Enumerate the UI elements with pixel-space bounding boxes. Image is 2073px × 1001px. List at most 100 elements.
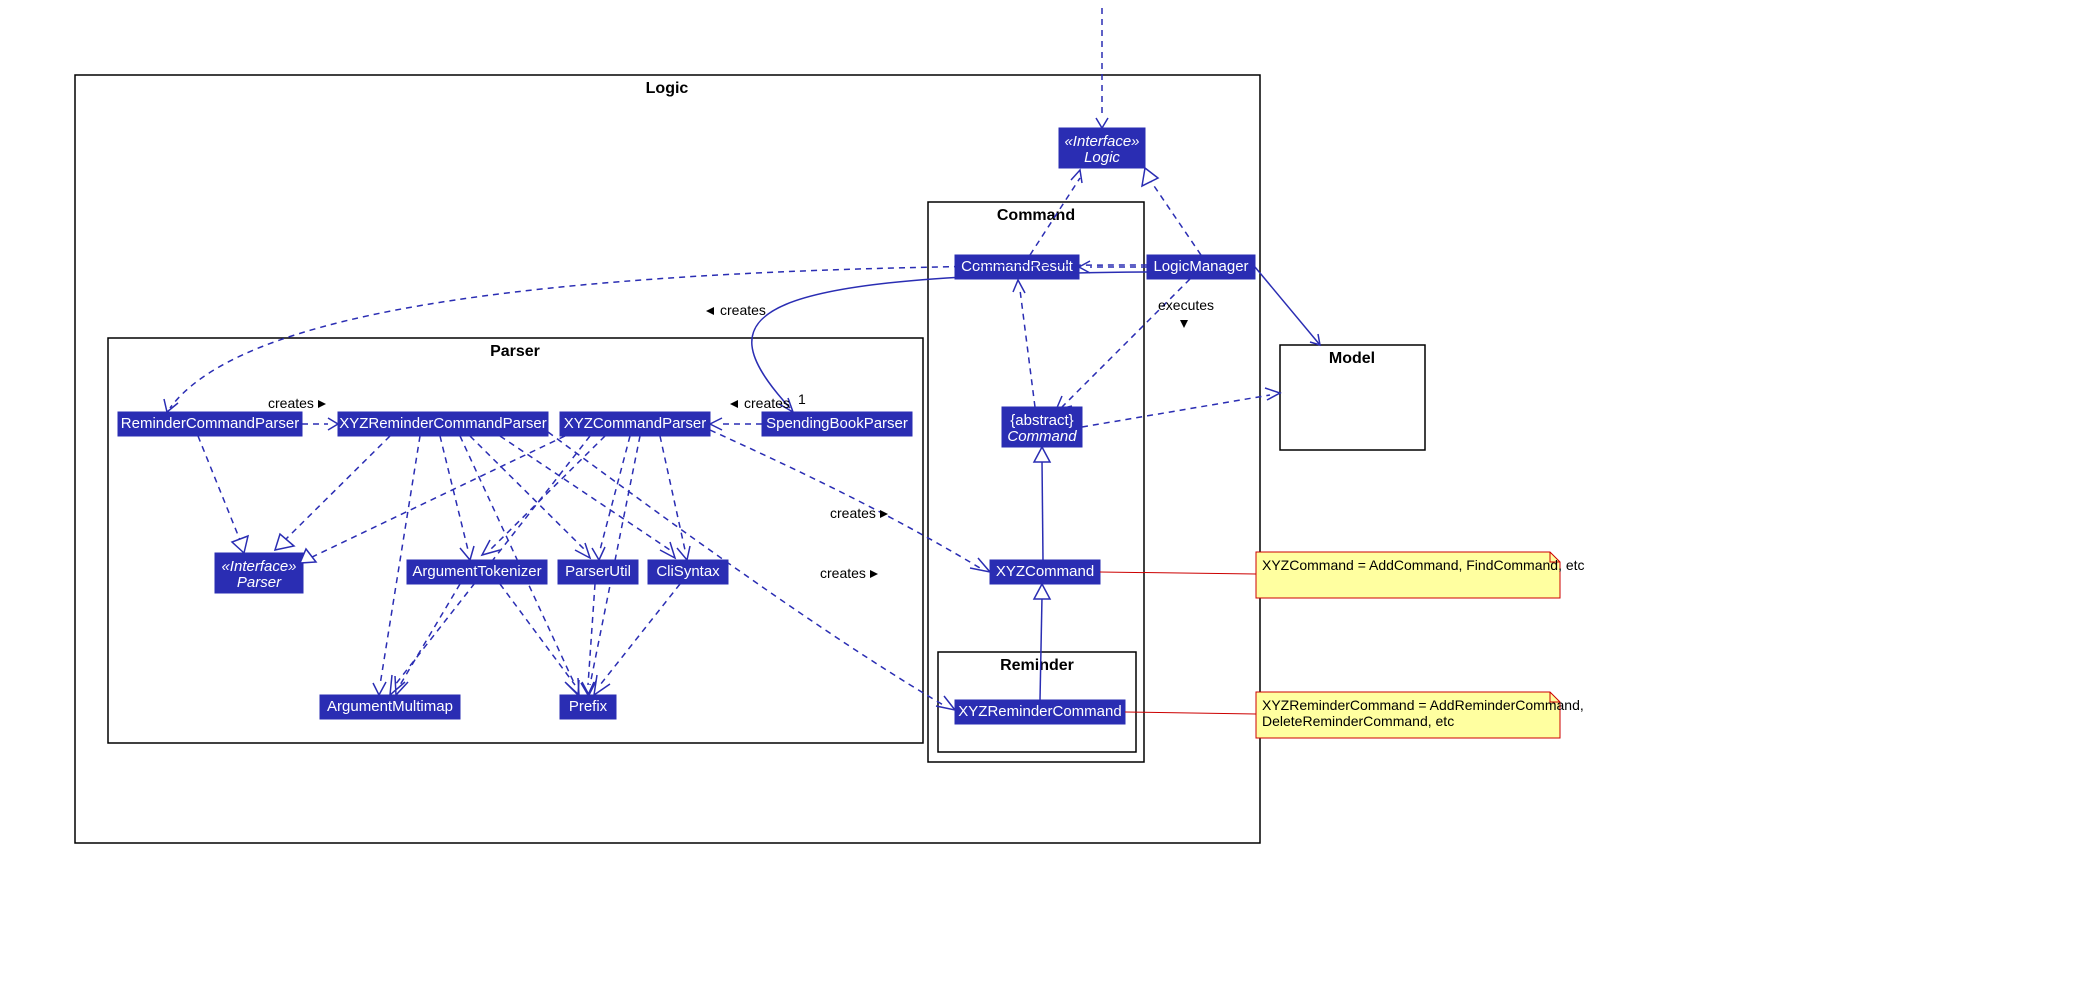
note-xyz-command: XYZCommand = AddCommand, FindCommand, et… [1256,552,1585,598]
rel-lm-to-model-solid [1255,267,1320,345]
class-logic-manager: LogicManager [1147,255,1255,279]
dir-lm-creates [706,307,714,315]
cli-syntax-text: CliSyntax [656,563,720,580]
rel-xcp-cli [660,436,685,550]
label-one-sbp: 1 [798,391,806,407]
rel-xrcp-pu [470,436,585,550]
rel-xcp-realize-iparser [310,436,565,558]
arrow-xrcp-cli [660,542,675,558]
tri-lm-ilogic [1142,168,1158,186]
note-link-xyzcmd [1100,572,1256,574]
prefix-text: Prefix [569,698,608,715]
tri-xrcp-iparser [275,534,294,550]
xyz-command-text: XYZCommand [996,563,1094,580]
rel-lm-creates-rcp [170,265,1147,408]
package-logic [75,75,1260,843]
package-parser-label: Parser [490,343,540,360]
abstract-command-name: Command [1007,428,1077,445]
label-sbp-creates: creates [744,395,790,411]
rel-xrcp-cli [500,436,670,550]
tri-rcp-iparser [232,536,248,553]
dir-xcp-creates [880,510,888,518]
label-rcp-creates: creates [268,395,314,411]
interface-parser-name: Parser [237,574,282,591]
arrow-xcp-cli [677,546,690,560]
arrow-argtok-prefix [565,678,579,695]
rel-xcp-creates-xyzcmd [710,430,980,568]
argument-tokenizer-text: ArgumentTokenizer [412,563,541,580]
class-xyz-reminder-command: XYZReminderCommand [955,700,1125,724]
arrow-cr-ilogic [1071,170,1082,183]
label-xrcp-creates: creates [820,565,866,581]
arrow-xrcp-pu [575,543,590,558]
interface-logic-name: Logic [1084,149,1120,166]
tri-xyzrem-xyzcmd [1034,584,1050,599]
dir-executes [1180,320,1188,328]
class-argument-multimap: ArgumentMultimap [320,695,460,719]
arrow-lm-cr [1079,261,1090,273]
arrow-xcp-argtok [482,540,500,555]
arrow-top-to-ilogic [1096,118,1108,128]
arrow-xcp-argmm [390,675,405,695]
rel-xrcp-realize-iparser [285,436,390,540]
class-reminder-command-parser: ReminderCommandParser [118,412,302,436]
tri-xyzcmd-cmd [1034,447,1050,462]
class-spending-book-parser: SpendingBookParser [762,412,912,436]
interface-logic-stereo: «Interface» [1064,133,1139,150]
logic-manager-text: LogicManager [1153,258,1248,275]
dir-xrcp-creates [870,570,878,578]
package-command-label: Command [997,207,1075,224]
label-lm-creates: creates [720,302,766,318]
dir-sbp-creates [730,400,738,408]
rel-xyzrem-ext-xyzcmd [1040,597,1042,700]
xyz-command-parser-text: XYZCommandParser [564,415,707,432]
class-parser-util: ParserUtil [558,560,638,584]
note-xyz-command-text: XYZCommand = AddCommand, FindCommand, et… [1262,557,1585,573]
package-model-label: Model [1329,350,1375,367]
rel-cli-prefix [600,584,680,685]
rel-lm-to-sbp [752,272,1147,408]
class-command-result: CommandResult [955,255,1079,279]
package-reminder-label: Reminder [1000,657,1074,674]
reminder-command-parser-text: ReminderCommandParser [121,415,299,432]
label-xcp-creates: creates [830,505,876,521]
rel-rcp-realize-iparser [198,436,240,540]
arrow-xrcp-argmm [373,682,386,695]
rel-xcp-argtok [490,436,605,550]
arrow-cmd-cr [1013,280,1025,293]
note-xyz-reminder-command: XYZReminderCommand = AddReminderCommand,… [1256,692,1584,738]
class-interface-parser: «Interface» Parser [215,553,303,593]
rel-cmd-to-cr [1020,290,1035,407]
rel-xcp-pu [600,436,630,550]
package-command [928,202,1144,762]
class-cli-syntax: CliSyntax [648,560,728,584]
arrow-xcp-pu [592,547,605,560]
arrow-rcp-xrcp [328,418,338,430]
label-executes: executes [1158,297,1214,313]
interface-parser-stereo: «Interface» [221,558,296,575]
package-logic-label: Logic [646,80,689,97]
arrow-cmd-model [1265,388,1280,400]
rel-cmd-to-model [1082,395,1270,427]
class-xyz-command-parser: XYZCommandParser [560,412,710,436]
parser-util-text: ParserUtil [565,563,631,580]
arrow-xcp-xyzcmd [970,558,990,572]
rel-lm-realize-ilogic [1150,180,1201,255]
spending-book-parser-text: SpendingBookParser [766,415,908,432]
argument-multimap-text: ArgumentMultimap [327,698,453,715]
rel-argtok-argmm [400,584,460,685]
class-abstract-command: {abstract} Command [1002,407,1082,447]
xyz-reminder-command-text: XYZReminderCommand [958,703,1121,720]
rel-argtok-prefix [500,584,575,685]
class-prefix: Prefix [560,695,616,719]
xyz-reminder-command-parser-text: XYZReminderCommandParser [339,415,547,432]
class-xyz-command: XYZCommand [990,560,1100,584]
class-interface-logic: «Interface» Logic [1059,128,1145,168]
rel-xyzcmd-ext-cmd [1042,460,1043,560]
class-xyz-reminder-command-parser: XYZReminderCommandParser [338,412,548,436]
arrow-cli-prefix [594,675,610,695]
abstract-command-stereo: {abstract} [1010,412,1073,429]
rel-pu-prefix [588,584,595,685]
arrow-sbp-xcp [710,418,722,430]
dir-rcp-creates [318,400,326,408]
